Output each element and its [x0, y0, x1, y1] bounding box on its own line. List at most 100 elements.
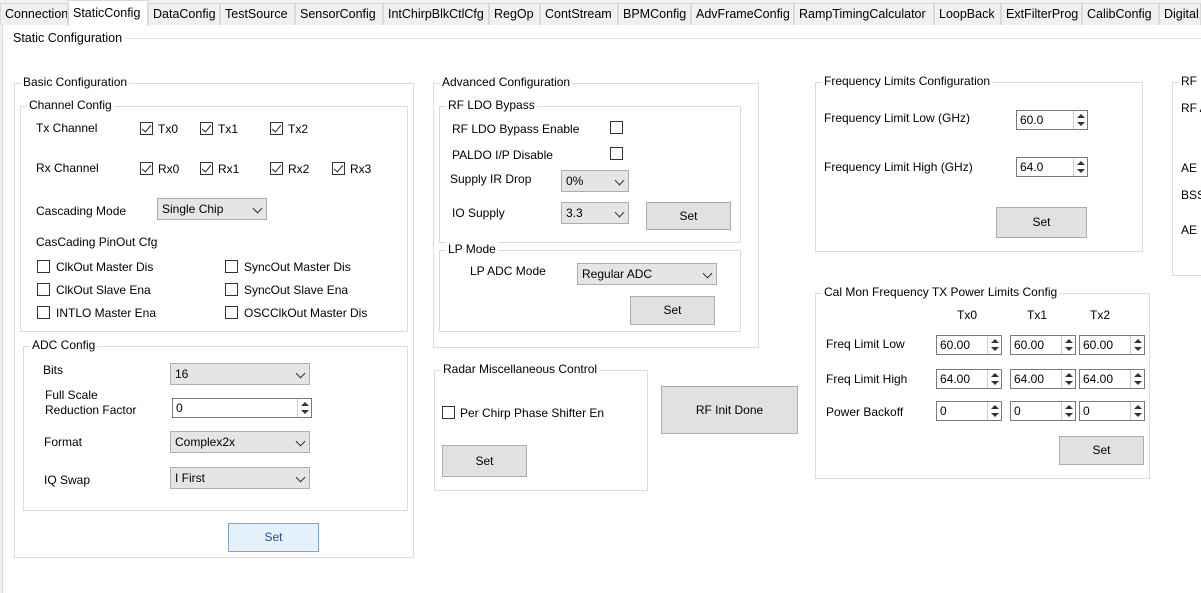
freq-low-tx1-spinbox[interactable]: 60.00: [1010, 335, 1076, 355]
spin-arrows[interactable]: [1073, 111, 1087, 129]
rx-channel-label: Rx Channel: [36, 161, 99, 175]
check-icon: [141, 122, 152, 133]
clkout-slave-ena-checkbox[interactable]: [37, 283, 50, 296]
tx-channel-label: Tx Channel: [36, 121, 98, 135]
tab-bpmconfig[interactable]: BPMConfig: [618, 3, 691, 25]
arrow-up-icon: [1077, 114, 1085, 118]
spin-arrows[interactable]: [987, 402, 1001, 420]
intlo-master-ena-label: INTLO Master Ena: [56, 306, 157, 320]
fsr-label-line2: Reduction Factor: [45, 403, 137, 417]
fsr-spinbox[interactable]: 0: [172, 398, 312, 418]
arrow-up-icon: [991, 373, 999, 377]
adc-config-group: ADC Config Bits 16 Full Scale Reduction …: [23, 338, 408, 511]
spin-arrows[interactable]: [297, 399, 311, 417]
calmon-title: Cal Mon Frequency TX Power Limits Config: [822, 285, 1060, 299]
basic-set-button[interactable]: Set: [228, 523, 319, 552]
syncout-master-dis-label: SyncOut Master Dis: [244, 260, 351, 274]
intlo-master-ena-checkbox[interactable]: [37, 306, 50, 319]
tx0-checkbox[interactable]: [140, 122, 153, 135]
radar-misc-title: Radar Miscellaneous Control: [441, 362, 600, 376]
spin-arrows[interactable]: [1061, 402, 1075, 420]
clkout-master-dis-checkbox[interactable]: [37, 260, 50, 273]
rf-init-done-button[interactable]: RF Init Done: [661, 386, 798, 434]
arrow-down-icon: [1077, 122, 1085, 126]
spin-arrows[interactable]: [1130, 336, 1144, 354]
tab-advframeconfig[interactable]: AdvFrameConfig: [691, 3, 794, 25]
freq-limit-low-label: Frequency Limit Low (GHz): [824, 111, 971, 125]
rx3-checkbox[interactable]: [332, 162, 345, 175]
tab-ramptimingcalculator[interactable]: RampTimingCalculator: [794, 3, 934, 25]
freq-low-tx0-spinbox[interactable]: 60.00: [936, 335, 1002, 355]
freq-limit-low-spinbox[interactable]: 60.0: [1016, 110, 1088, 130]
supply-ir-drop-select[interactable]: 0%: [561, 170, 629, 192]
tab-calibconfig[interactable]: CalibConfig: [1082, 3, 1159, 25]
spin-arrows[interactable]: [1061, 370, 1075, 388]
power-backoff-tx1-spinbox[interactable]: 0: [1010, 401, 1076, 421]
tab-testsource[interactable]: TestSource: [220, 3, 295, 25]
tab-contstream[interactable]: ContStream: [540, 3, 618, 25]
tab-connection[interactable]: Connection: [0, 3, 68, 25]
lp-mode-set-button[interactable]: Set: [630, 296, 715, 325]
oscclkout-master-dis-checkbox[interactable]: [225, 306, 238, 319]
radar-misc-set-button[interactable]: Set: [442, 445, 527, 477]
cascading-mode-select[interactable]: Single Chip: [157, 198, 267, 220]
arrow-down-icon: [991, 347, 999, 351]
rx1-checkbox[interactable]: [200, 162, 213, 175]
bits-select[interactable]: 16: [170, 363, 310, 385]
tab-loopback[interactable]: LoopBack: [934, 3, 1001, 25]
arrow-up-icon: [301, 402, 309, 406]
spin-arrows[interactable]: [1130, 402, 1144, 420]
freq-limits-set-button[interactable]: Set: [996, 207, 1087, 238]
spin-value: 60.00: [1014, 338, 1045, 352]
rx2-checkbox[interactable]: [270, 162, 283, 175]
rf-ldo-set-button[interactable]: Set: [646, 202, 731, 230]
tx2-checkbox[interactable]: [270, 122, 283, 135]
calmon-set-button[interactable]: Set: [1059, 436, 1144, 465]
freq-low-tx2-spinbox[interactable]: 60.00: [1079, 335, 1145, 355]
clkout-slave-ena-label: ClkOut Slave Ena: [56, 283, 151, 297]
io-supply-select[interactable]: 3.3: [561, 202, 629, 224]
iq-swap-label: IQ Swap: [44, 473, 91, 487]
iq-swap-value: I First: [175, 471, 205, 485]
oscclkout-master-dis-label: OSCClkOut Master Dis: [244, 306, 368, 320]
lp-adc-mode-select[interactable]: Regular ADC: [577, 263, 717, 285]
check-icon: [271, 162, 282, 173]
tab-content-panel: Static Configuration Basic Configuration…: [2, 25, 1201, 593]
tab-staticconfig[interactable]: StaticConfig: [68, 0, 148, 26]
rx0-checkbox[interactable]: [140, 162, 153, 175]
frequency-limits-title: Frequency Limits Configuration: [822, 74, 993, 88]
tab-regop[interactable]: RegOp: [489, 3, 540, 25]
tx1-checkbox[interactable]: [200, 122, 213, 135]
rf-ldo-bypass-enable-checkbox[interactable]: [610, 121, 623, 134]
spin-arrows[interactable]: [1073, 158, 1087, 176]
check-icon: [201, 122, 212, 133]
spin-arrows[interactable]: [987, 336, 1001, 354]
paldo-disable-checkbox[interactable]: [610, 147, 623, 160]
spin-arrows[interactable]: [1130, 370, 1144, 388]
rx2-label: Rx2: [288, 162, 310, 176]
tx2-label: Tx2: [288, 122, 309, 136]
freq-limit-high-spinbox[interactable]: 64.0: [1016, 157, 1088, 177]
syncout-master-dis-checkbox[interactable]: [225, 260, 238, 273]
tab-intchirpblkctlcfg[interactable]: IntChirpBlkCtlCfg: [383, 3, 489, 25]
check-icon: [271, 122, 282, 133]
tab-dataconfig[interactable]: DataConfig: [148, 3, 220, 25]
arrow-down-icon: [991, 413, 999, 417]
tab-sensorconfig[interactable]: SensorConfig: [295, 3, 383, 25]
syncout-slave-ena-checkbox[interactable]: [225, 283, 238, 296]
freq-high-tx0-spinbox[interactable]: 64.00: [936, 369, 1002, 389]
arrow-down-icon: [1065, 381, 1073, 385]
spin-arrows[interactable]: [1061, 336, 1075, 354]
tab-extfilterprog[interactable]: ExtFilterProg: [1001, 3, 1082, 25]
tab-digital[interactable]: Digital: [1159, 3, 1201, 25]
power-backoff-tx2-spinbox[interactable]: 0: [1079, 401, 1145, 421]
frequency-limits-group: Frequency Limits Configuration Frequency…: [815, 74, 1143, 252]
freq-high-tx2-spinbox[interactable]: 64.00: [1079, 369, 1145, 389]
power-backoff-tx0-spinbox[interactable]: 0: [936, 401, 1002, 421]
spin-arrows[interactable]: [987, 370, 1001, 388]
freq-high-tx1-spinbox[interactable]: 64.00: [1010, 369, 1076, 389]
per-chirp-phase-shifter-checkbox[interactable]: [442, 406, 455, 419]
format-select[interactable]: Complex2x: [170, 431, 310, 453]
iq-swap-select[interactable]: I First: [170, 467, 310, 489]
format-value: Complex2x: [175, 435, 236, 449]
